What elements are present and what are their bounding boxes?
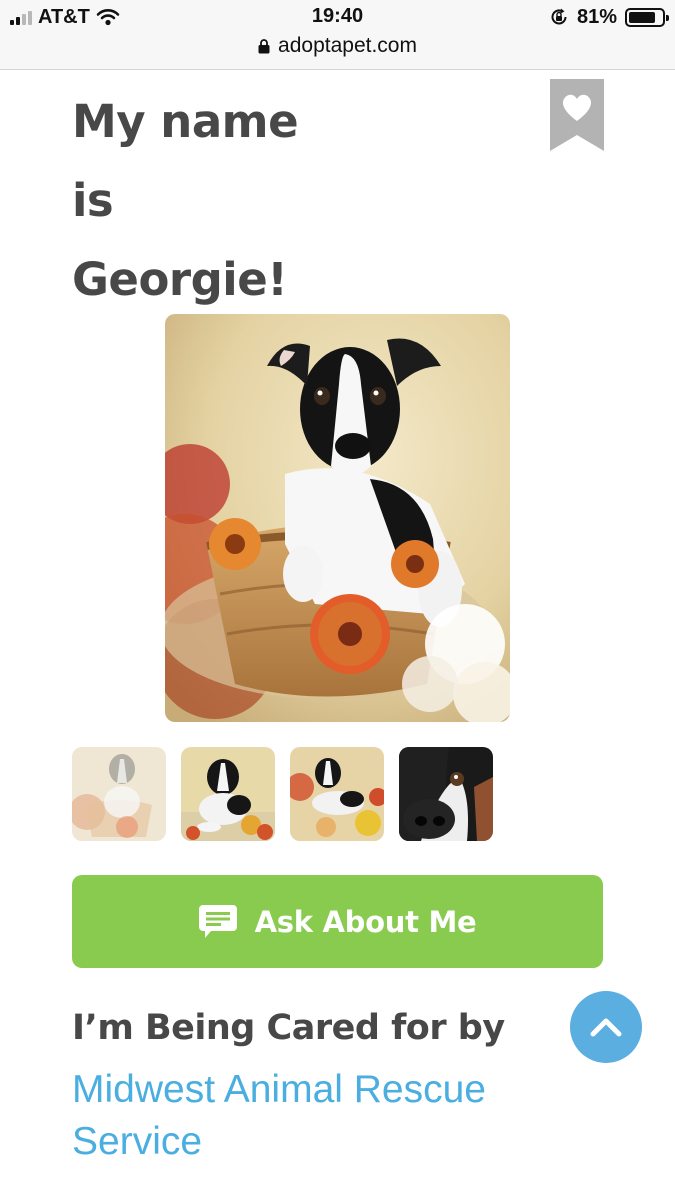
scroll-to-top-button[interactable] [570,991,642,1063]
title-line-1: My name [72,95,299,148]
url-bar[interactable]: adoptapet.com [0,33,675,59]
photo-thumbnails [72,747,493,841]
favorite-button[interactable] [550,79,604,151]
cared-for-heading: I’m Being Cared for by [72,1008,505,1048]
url-text: adoptapet.com [278,34,417,57]
rescue-organization-link[interactable]: Midwest Animal Rescue Service [72,1064,542,1168]
ask-button-label: Ask About Me [254,904,477,939]
battery-percent: 81% [576,5,617,28]
pet-main-photo[interactable] [165,314,510,722]
thumbnail-3[interactable] [290,747,384,841]
title-line-2: is [72,174,114,227]
page-title: My name is Georgie! [72,82,512,319]
thumbnail-4[interactable] [399,747,493,841]
lock-icon [258,38,270,53]
battery-fill [629,11,655,23]
ask-about-me-button[interactable]: Ask About Me [72,875,603,968]
chat-bubble-icon [198,904,237,938]
title-line-3: Georgie! [72,253,288,306]
thumbnail-2[interactable] [181,747,275,841]
status-bar: AT&T 19:40 81% adoptapet.com [0,0,675,70]
thumbnail-1[interactable] [72,747,166,841]
chevron-up-icon [590,1018,622,1037]
status-right-group: 81% [549,5,669,28]
battery-icon [625,7,669,27]
bookmark-heart-icon [550,79,604,151]
orientation-lock-icon [551,8,567,25]
